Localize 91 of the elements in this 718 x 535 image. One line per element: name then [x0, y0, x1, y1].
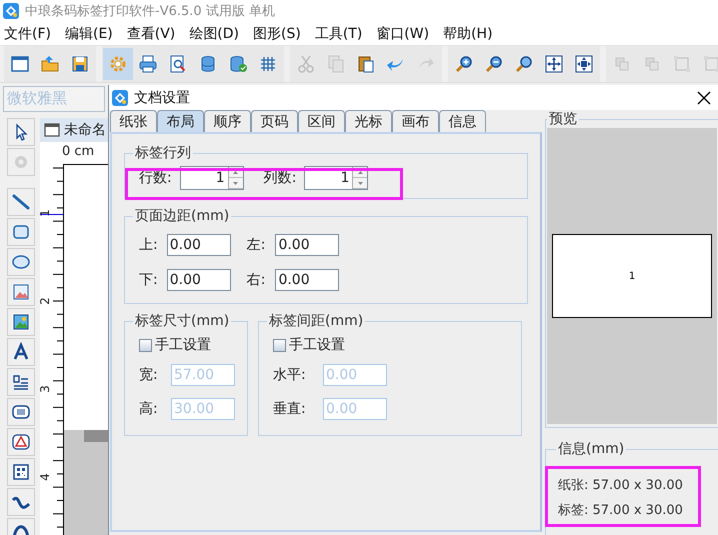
tab[interactable]: 画布: [392, 110, 439, 132]
tool-button[interactable]: [7, 488, 35, 516]
group-title: 页面边距(mm): [134, 207, 230, 225]
frame-icon: [702, 54, 718, 74]
field-label: 高:: [139, 400, 159, 418]
close-icon[interactable]: [697, 90, 711, 104]
menu-item[interactable]: 图形(S): [253, 24, 301, 42]
menu-item[interactable]: 编辑(E): [64, 24, 113, 42]
dialog-title: 文档设置: [134, 88, 191, 106]
scrollbar-thumb[interactable]: [84, 430, 110, 442]
input-field[interactable]: 0.00: [166, 268, 231, 290]
letter-icon: [11, 342, 31, 362]
ruler-label: 2: [38, 297, 52, 305]
input-field[interactable]: 0.00: [275, 268, 340, 290]
group-title: 标签行列: [134, 144, 192, 162]
image-icon: [11, 282, 31, 302]
window-title: 中琅条码标签打印软件-V6.5.0 试用版 单机: [25, 3, 275, 20]
tool-button[interactable]: [7, 278, 35, 306]
field-label: 上:: [139, 236, 158, 254]
line-icon: [11, 192, 31, 212]
group-title: 标签尺寸(mm): [134, 312, 230, 330]
group-title: 预览: [548, 110, 578, 128]
tool-button[interactable]: [7, 248, 35, 276]
field-label: 右:: [246, 270, 266, 288]
tool-button[interactable]: [7, 368, 35, 396]
gear-icon: [108, 54, 128, 74]
label-number: 1: [628, 270, 636, 282]
tool-button[interactable]: [7, 188, 35, 216]
info-text: 纸张: 57.00 x 30.00: [558, 477, 684, 495]
menu-item[interactable]: 文件(F): [4, 24, 51, 42]
database-check-icon: [228, 54, 248, 74]
field-label: 列数:: [264, 169, 296, 187]
up-arrow-icon[interactable]: [233, 170, 238, 174]
tab[interactable]: 顺序: [204, 110, 251, 132]
zoom-out-icon: [484, 54, 504, 74]
down-arrow-icon[interactable]: [233, 182, 238, 184]
tab[interactable]: 光标: [345, 110, 392, 132]
copy-icon: [326, 54, 346, 74]
grid-icon: [258, 54, 278, 74]
fit-arrows-icon: [544, 54, 564, 74]
menu-item[interactable]: 查看(V): [126, 24, 176, 42]
window-icon: [10, 54, 30, 74]
tool-button[interactable]: [7, 118, 35, 146]
tool-button[interactable]: [7, 308, 35, 336]
field-label: 下:: [139, 270, 158, 288]
window-icon: [44, 122, 60, 138]
field-label: 左:: [246, 236, 266, 254]
menu-item[interactable]: 工具(T): [314, 24, 362, 42]
fit-square-icon: [574, 54, 594, 74]
tab[interactable]: 布局: [157, 110, 204, 132]
tool-button[interactable]: [7, 398, 35, 426]
input-field[interactable]: 0.00: [275, 234, 340, 256]
tool-button[interactable]: [7, 458, 35, 486]
checkbox-label[interactable]: 手工设置: [155, 336, 211, 354]
menu-item[interactable]: 窗口(W): [376, 24, 430, 42]
field-label: 行数:: [139, 169, 172, 187]
checkbox[interactable]: [139, 338, 152, 352]
field-label: 宽:: [139, 366, 159, 384]
menu-item[interactable]: 绘图(D): [189, 24, 239, 42]
folder-icon: [40, 54, 60, 74]
tab[interactable]: 信息: [439, 110, 486, 132]
input-field[interactable]: 0.00: [166, 234, 231, 256]
group-title: 标签间距(mm): [268, 312, 364, 330]
tool-button[interactable]: [7, 428, 35, 456]
ruler-label: 0 cm: [62, 144, 94, 159]
paste-icon: [356, 54, 376, 74]
qr-code-icon: [11, 462, 31, 482]
page-magnifier-icon: [168, 54, 188, 74]
document-tab[interactable]: 未命名: [40, 118, 110, 142]
magnifier-icon: [514, 54, 534, 74]
landscape-image-icon: [11, 312, 31, 332]
checkbox-label[interactable]: 手工设置: [289, 336, 345, 354]
tool-button[interactable]: [7, 338, 35, 366]
field-label: 垂直:: [273, 400, 307, 418]
zoom-in-icon: [454, 54, 474, 74]
printer-icon: [138, 54, 158, 74]
tab[interactable]: 纸张: [110, 110, 157, 132]
up-arrow-icon[interactable]: [358, 170, 363, 174]
info-text: 标签: 57.00 x 30.00: [558, 502, 684, 520]
tool-button[interactable]: [7, 218, 35, 246]
down-arrow-icon[interactable]: [358, 182, 363, 184]
tab[interactable]: 区间: [298, 110, 345, 132]
menu-item[interactable]: 帮助(H): [443, 24, 493, 42]
ruler-label: 4: [38, 473, 52, 481]
scissors-icon: [296, 54, 316, 74]
field-label: 水平:: [273, 366, 307, 384]
ruler-label: 3: [38, 385, 52, 393]
checkbox[interactable]: [273, 338, 286, 352]
frame-icon: [672, 54, 692, 74]
group-title: 信息(mm): [557, 440, 626, 458]
tab[interactable]: 页码: [251, 110, 298, 132]
